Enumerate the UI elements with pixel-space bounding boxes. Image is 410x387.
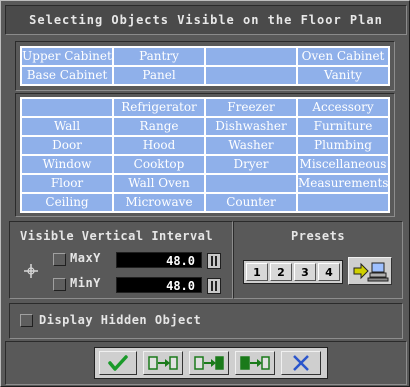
category-cell-wall-oven[interactable]: Wall Oven (114, 175, 204, 192)
category-cell-microwave[interactable]: Microwave (114, 194, 204, 211)
copy-level-button[interactable] (143, 351, 183, 375)
preset-store-button[interactable] (348, 257, 392, 285)
preset-button-3[interactable]: 3 (294, 263, 316, 281)
category-cell-miscellaneous[interactable]: Miscellaneous (298, 156, 388, 173)
category-cell-door[interactable]: Door (22, 137, 112, 154)
category-cell-ceiling[interactable]: Ceiling (22, 194, 112, 211)
maxy-checkbox[interactable] (53, 253, 66, 266)
cancel-button[interactable] (281, 351, 321, 375)
category-cell-oven-cabinet[interactable]: Oven Cabinet (298, 48, 388, 65)
category-cell-plumbing[interactable]: Plumbing (298, 137, 388, 154)
category-cell-range[interactable]: Range (114, 118, 204, 135)
copy-all-icon (194, 356, 224, 370)
category-cell-refrigerator[interactable]: Refrigerator (114, 99, 204, 116)
category-cell-dryer[interactable]: Dryer (206, 156, 296, 173)
category-cell-empty (22, 99, 112, 116)
category-cell-upper-cabinet[interactable]: Upper Cabinet (22, 48, 112, 65)
dialog-title: Selecting Objects Visible on the Floor P… (5, 5, 407, 35)
toolbar-button-row (94, 347, 328, 379)
miny-field[interactable]: 48.0 (116, 277, 202, 293)
display-hidden-label: Display Hidden Object (39, 313, 202, 327)
category-cell-wall[interactable]: Wall (22, 118, 112, 135)
maxy-field[interactable]: 48.0 (116, 252, 202, 268)
vertical-interval-panel: Visible Vertical Interval MaxY 48.0 MinY… (9, 221, 233, 299)
category-cell-empty (206, 48, 296, 65)
category-cell-hood[interactable]: Hood (114, 137, 204, 154)
presets-panel: Presets 1234 (233, 221, 403, 299)
cancel-x-icon (293, 355, 309, 371)
preset-button-group: 1234 (243, 260, 343, 284)
main-category-grid: Refrigerator Freezer Accessory Wall Range Dis… (20, 97, 390, 213)
category-cell-counter[interactable]: Counter (206, 194, 296, 211)
maxy-pick-button[interactable] (207, 253, 221, 269)
maxy-label: MaxY (70, 251, 101, 265)
bottom-toolbar (5, 341, 407, 385)
category-cell-measurements[interactable]: Measurements (298, 175, 388, 192)
paste-level-button[interactable] (235, 351, 275, 375)
category-cell-base-cabinet[interactable]: Base Cabinet (22, 67, 112, 84)
category-cell-washer[interactable]: Washer (206, 137, 296, 154)
move-cross-icon[interactable] (23, 263, 39, 279)
miny-pick-button[interactable] (207, 278, 221, 294)
main-category-panel: Refrigerator Freezer Accessory Wall Range Dis… (15, 93, 395, 217)
preset-button-4[interactable]: 4 (318, 263, 340, 281)
dialog-window: Selecting Objects Visible on the Floor P… (0, 0, 410, 387)
preset-button-1[interactable]: 1 (246, 263, 268, 281)
ok-button[interactable] (99, 351, 137, 375)
display-hidden-checkbox[interactable] (20, 314, 33, 327)
copy-all-button[interactable] (189, 351, 229, 375)
category-cell-freezer[interactable]: Freezer (206, 99, 296, 116)
paste-level-icon (240, 356, 270, 370)
top-category-grid: Upper Cabinet Pantry Oven Cabinet Base Cabi… (20, 46, 390, 86)
miny-checkbox[interactable] (53, 278, 66, 291)
category-cell-empty (206, 175, 296, 192)
category-cell-window[interactable]: Window (22, 156, 112, 173)
category-cell-pantry[interactable]: Pantry (114, 48, 204, 65)
category-cell-accessory[interactable]: Accessory (298, 99, 388, 116)
category-cell-furniture[interactable]: Furniture (298, 118, 388, 135)
presets-heading: Presets (291, 229, 346, 243)
top-category-panel: Upper Cabinet Pantry Oven Cabinet Base Cabi… (15, 41, 395, 91)
preset-button-2[interactable]: 2 (270, 263, 292, 281)
check-icon (108, 355, 128, 371)
category-cell-panel[interactable]: Panel (114, 67, 204, 84)
category-cell-floor[interactable]: Floor (22, 175, 112, 192)
category-cell-vanity[interactable]: Vanity (298, 67, 388, 84)
category-cell-cooktop[interactable]: Cooktop (114, 156, 204, 173)
vertical-interval-heading: Visible Vertical Interval (20, 229, 214, 243)
copy-level-icon (148, 356, 178, 370)
category-cell-dishwasher[interactable]: Dishwasher (206, 118, 296, 135)
category-cell-empty (206, 67, 296, 84)
store-to-computer-icon (353, 262, 389, 282)
display-hidden-panel: Display Hidden Object (9, 303, 403, 339)
miny-label: MinY (70, 276, 101, 290)
category-cell-empty (298, 194, 388, 211)
